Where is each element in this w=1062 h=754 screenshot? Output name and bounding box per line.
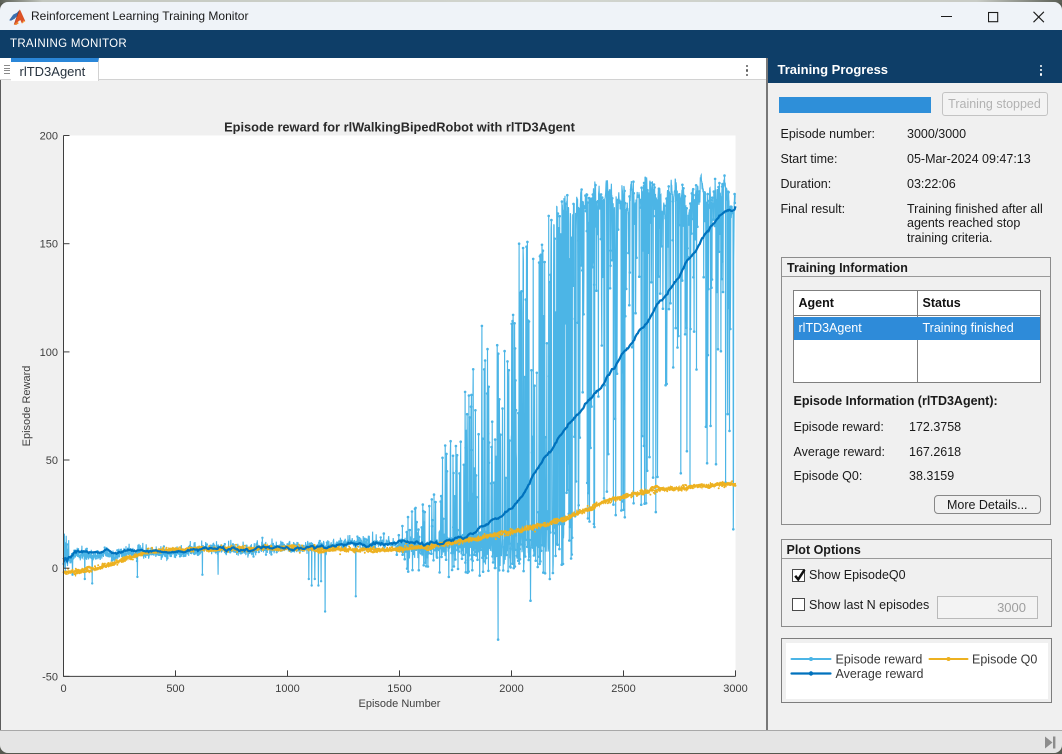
svg-text:0: 0 (60, 683, 66, 695)
svg-text:1000: 1000 (275, 683, 299, 695)
svg-text:Episode reward for rlWalkingBi: Episode reward for rlWalkingBipedRobot w… (224, 120, 575, 135)
svg-text:200: 200 (40, 131, 58, 143)
svg-text:Episode reward: Episode reward (835, 653, 922, 667)
svg-text:Average reward: Average reward (835, 667, 923, 681)
svg-text:Episode Q0: Episode Q0 (972, 653, 1037, 667)
svg-text:150: 150 (40, 239, 58, 251)
svg-text:100: 100 (40, 347, 58, 359)
svg-text:500: 500 (166, 683, 184, 695)
svg-text:Episode Number: Episode Number (359, 698, 441, 710)
svg-text:1500: 1500 (387, 683, 411, 695)
svg-text:Episode Reward: Episode Reward (21, 366, 33, 447)
svg-text:2000: 2000 (499, 683, 523, 695)
svg-text:-50: -50 (42, 671, 58, 683)
svg-text:0: 0 (52, 563, 58, 575)
svg-text:2500: 2500 (611, 683, 635, 695)
svg-text:3000: 3000 (723, 683, 747, 695)
svg-text:50: 50 (46, 455, 58, 467)
